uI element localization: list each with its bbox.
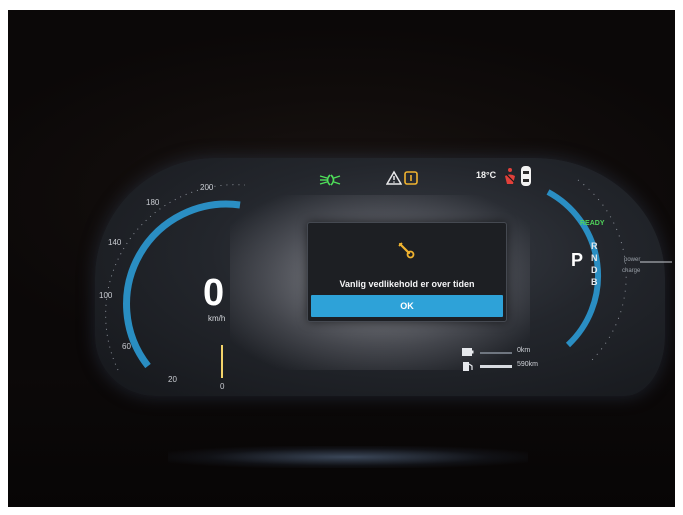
ready-status: READY [580, 220, 605, 227]
gear-b: B [591, 277, 598, 287]
charge-label: charge [622, 268, 641, 274]
electric-range: 0km [517, 347, 531, 354]
fuel-range: 590km [517, 361, 539, 368]
gear-selected: P [571, 250, 584, 270]
electric-range-bar [480, 352, 512, 354]
speed-tick-label: 100 [99, 291, 113, 300]
gear-d: D [591, 265, 598, 275]
seatbelt-warning-icon [505, 168, 515, 184]
low-beam-headlight-icon [319, 174, 341, 186]
gear-r: R [591, 241, 598, 251]
speed-tick-label: 140 [108, 238, 122, 247]
speed-tick-label: 20 [168, 375, 177, 384]
warning-triangle-icon [386, 170, 402, 185]
fuel-range-bar [480, 365, 512, 368]
power-label: power [624, 257, 641, 263]
speed-tick-label: 200 [200, 183, 214, 192]
fuel-pump-icon [463, 362, 473, 371]
speed-unit: km/h [208, 314, 226, 323]
ok-button[interactable]: OK [311, 295, 503, 317]
speed-tick-label: 60 [122, 342, 131, 351]
power-tick-arc [577, 179, 627, 361]
info-icon [404, 171, 418, 185]
maintenance-dialog: Vanlig vedlikehold er over tiden OK [307, 222, 507, 322]
gear-n: N [591, 253, 598, 263]
outside-temperature: 18°C [476, 170, 497, 180]
wrench-icon [398, 242, 415, 259]
dialog-message: Vanlig vedlikehold er over tiden [339, 279, 475, 289]
speed-tick-label: 0 [220, 382, 225, 391]
car-top-view-icon [521, 166, 531, 186]
battery-icon [462, 348, 474, 356]
speed-tick-label: 180 [146, 198, 160, 207]
speed-value: 0 [203, 272, 225, 314]
